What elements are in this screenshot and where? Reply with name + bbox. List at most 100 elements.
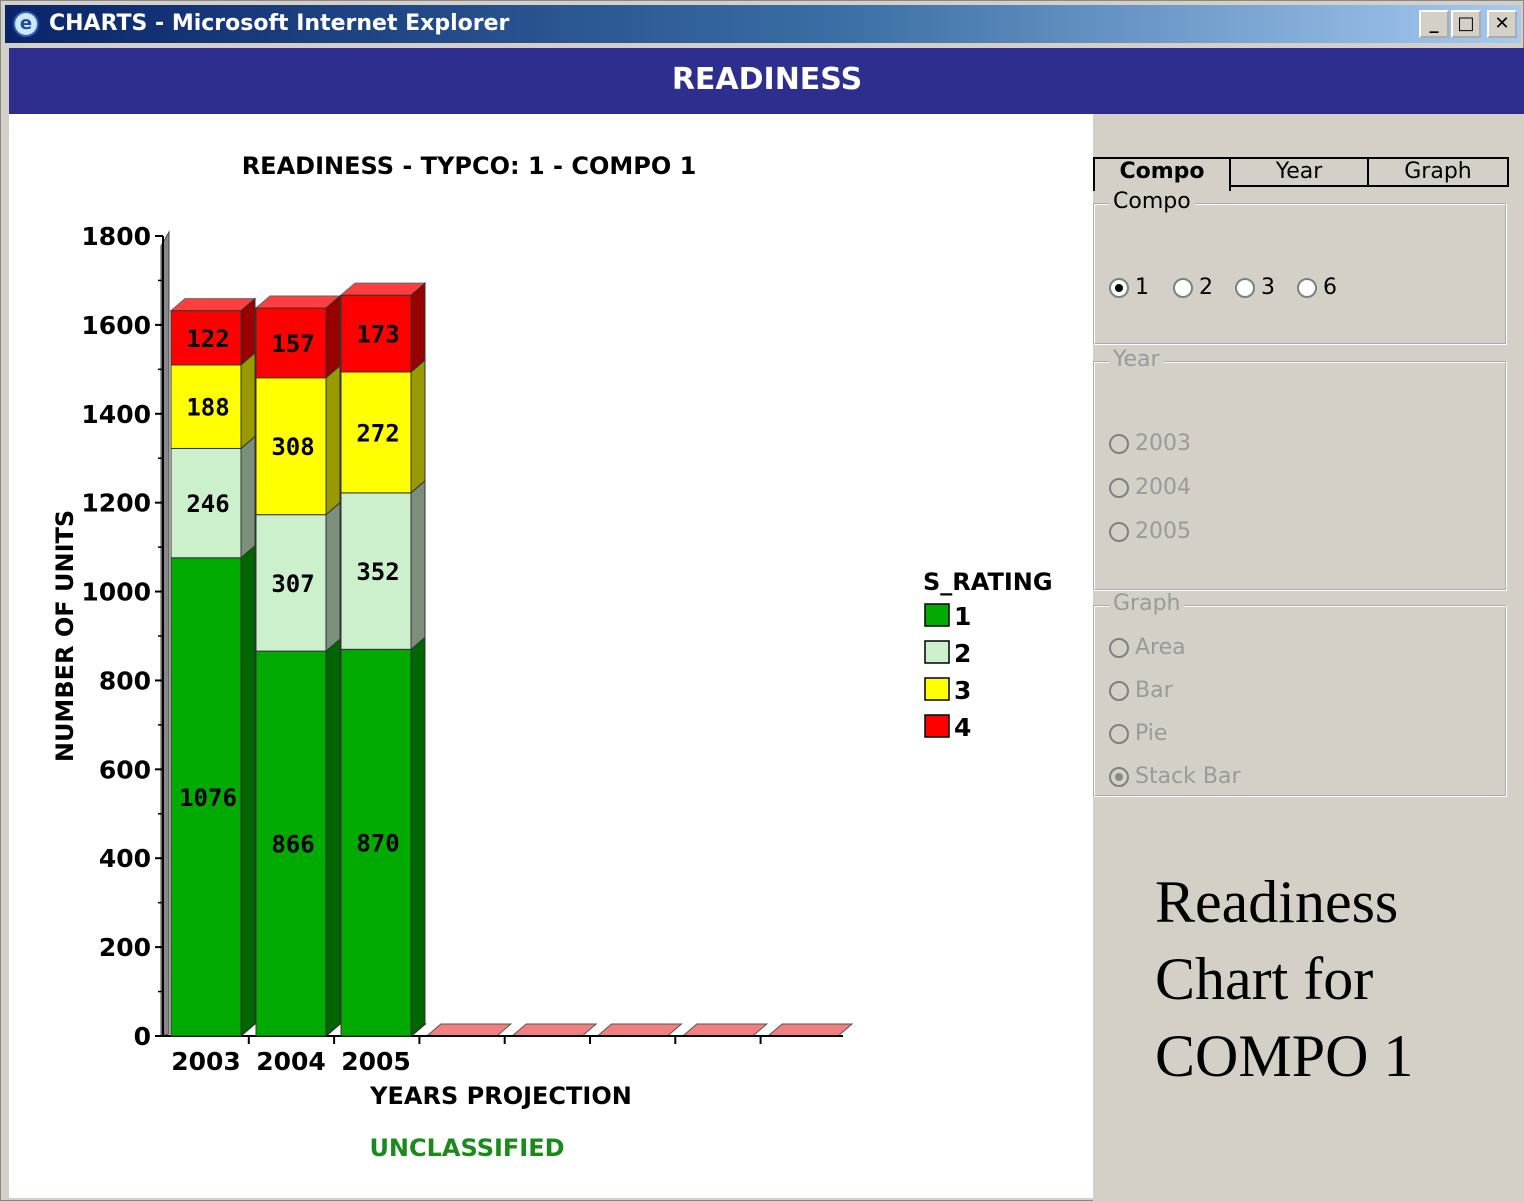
legend-label: 1 [954,602,971,631]
window-title: CHARTS - Microsoft Internet Explorer [49,11,510,36]
compo-radio-1[interactable]: 1 [1109,275,1149,300]
classification-footer: UNCLASSIFIED [369,1134,564,1162]
compo-radio-3[interactable]: 3 [1235,275,1275,300]
bar-side [240,351,256,450]
bar-side [410,358,426,494]
floor-slot [596,1023,683,1037]
graph-group: Graph Area Bar Pie Stack Bar [1093,591,1507,797]
radio-icon [1297,277,1317,298]
legend-swatch [924,640,950,664]
bar-side [240,544,256,1038]
legend-label: 2 [954,639,971,668]
graph-group-label: Graph [1109,591,1185,616]
y-tick-label: 400 [99,844,151,873]
graph-radio-bar[interactable]: Bar [1109,678,1173,703]
graph-radio-stack-bar[interactable]: Stack Bar [1109,764,1241,789]
options-panel: Compo Year Graph Compo 1 2 3 6 Year 2003… [1093,114,1524,1202]
year-radio-2005[interactable]: 2005 [1109,519,1191,544]
bar-side [325,294,341,379]
x-tick-label: 2004 [256,1047,326,1076]
tab-compo[interactable]: Compo [1093,157,1231,191]
compo-radio-6[interactable]: 6 [1297,275,1337,300]
y-axis-label: NUMBER OF UNITS [51,510,79,762]
year-option-label: 2004 [1135,475,1191,500]
bar-value-label: 308 [271,433,314,461]
radio-icon [1109,477,1129,498]
y-tick-label: 200 [99,933,151,962]
y-tick-label: 1400 [81,400,151,429]
bar-value-label: 157 [271,330,314,358]
bar-value-label: 272 [356,419,399,447]
year-radio-2003[interactable]: 2003 [1109,431,1191,456]
bar-value-label: 246 [186,490,229,518]
floor-slot [425,1023,513,1037]
year-group-label: Year [1109,347,1164,372]
legend-title: S_RATING [923,568,1053,596]
compo-option-label: 2 [1199,275,1213,300]
chart-title: READINESS - TYPCO: 1 - COMPO 1 [242,152,697,180]
bar-top [169,298,257,312]
floor-slot [766,1023,854,1037]
graph-radio-area[interactable]: Area [1109,635,1186,660]
graph-option-label: Stack Bar [1135,764,1241,789]
banner-title: READINESS [671,62,863,97]
bar-side [410,636,426,1038]
ie-icon: e [13,11,39,37]
bar-side [410,282,426,374]
y-tick-label: 800 [99,666,151,695]
legend-swatch [924,677,950,701]
compo-option-label: 3 [1261,275,1275,300]
compo-radio-2[interactable]: 2 [1173,275,1213,300]
floor-slot [681,1023,769,1037]
tab-graph[interactable]: Graph [1367,157,1509,187]
close-button[interactable]: ✕ [1487,10,1517,38]
radio-icon [1173,277,1193,298]
readiness-chart: READINESS - TYPCO: 1 - COMPO 1 0 200 400 600… [51,152,1053,1162]
radio-icon [1109,433,1129,454]
graph-radio-pie[interactable]: Pie [1109,721,1167,746]
legend-label: 4 [954,713,971,742]
bar-value-label: 866 [271,831,314,859]
bar-value-label: 173 [356,321,399,349]
bar-value-label: 1076 [179,784,237,812]
compo-group-label: Compo [1109,189,1195,214]
legend-label: 3 [954,676,971,705]
chart-panel: READINESS - TYPCO: 1 - COMPO 1 0 200 400 600… [9,114,1093,1198]
minimize-button[interactable]: _ [1419,10,1449,38]
graph-option-label: Pie [1135,721,1168,746]
bar-value-label: 307 [271,570,314,598]
radio-icon [1109,723,1129,744]
radio-icon [1109,637,1129,658]
legend-swatch [924,603,950,627]
y-tick-label: 1000 [81,578,151,607]
bar-side [240,435,256,559]
legend-swatch [924,714,950,738]
x-axis-label: YEARS PROJECTION [369,1082,632,1110]
radio-checked-icon [1109,277,1129,298]
y-tick-label: 1200 [81,489,151,518]
compo-option-label: 6 [1323,275,1337,300]
bar-top [339,282,427,296]
compo-option-label: 1 [1135,275,1149,300]
compo-group: Compo 1 2 3 6 [1093,189,1507,345]
bar-value-label: 122 [186,325,229,353]
radio-icon [1109,680,1129,701]
x-tick-label: 2003 [171,1047,241,1076]
floor-slot [510,1023,598,1037]
year-group: Year 2003 2004 2005 [1093,347,1507,591]
tab-year[interactable]: Year [1229,157,1369,187]
year-option-label: 2003 [1135,431,1191,456]
bar-side [325,501,341,653]
bar-top [254,295,342,309]
bar-side [410,479,426,651]
year-radio-2004[interactable]: 2004 [1109,475,1191,500]
y-tick-label: 1800 [81,222,151,251]
title-bar[interactable]: e CHARTS - Microsoft Internet Explorer _… [5,5,1521,43]
y-tick-label: 0 [134,1022,151,1051]
graph-option-label: Bar [1135,678,1173,703]
y-tick-label: 600 [99,755,151,784]
maximize-button[interactable]: □ [1451,10,1481,38]
radio-icon [1235,277,1255,298]
browser-window: e CHARTS - Microsoft Internet Explorer _… [0,0,1524,1202]
bar-side [325,364,341,516]
